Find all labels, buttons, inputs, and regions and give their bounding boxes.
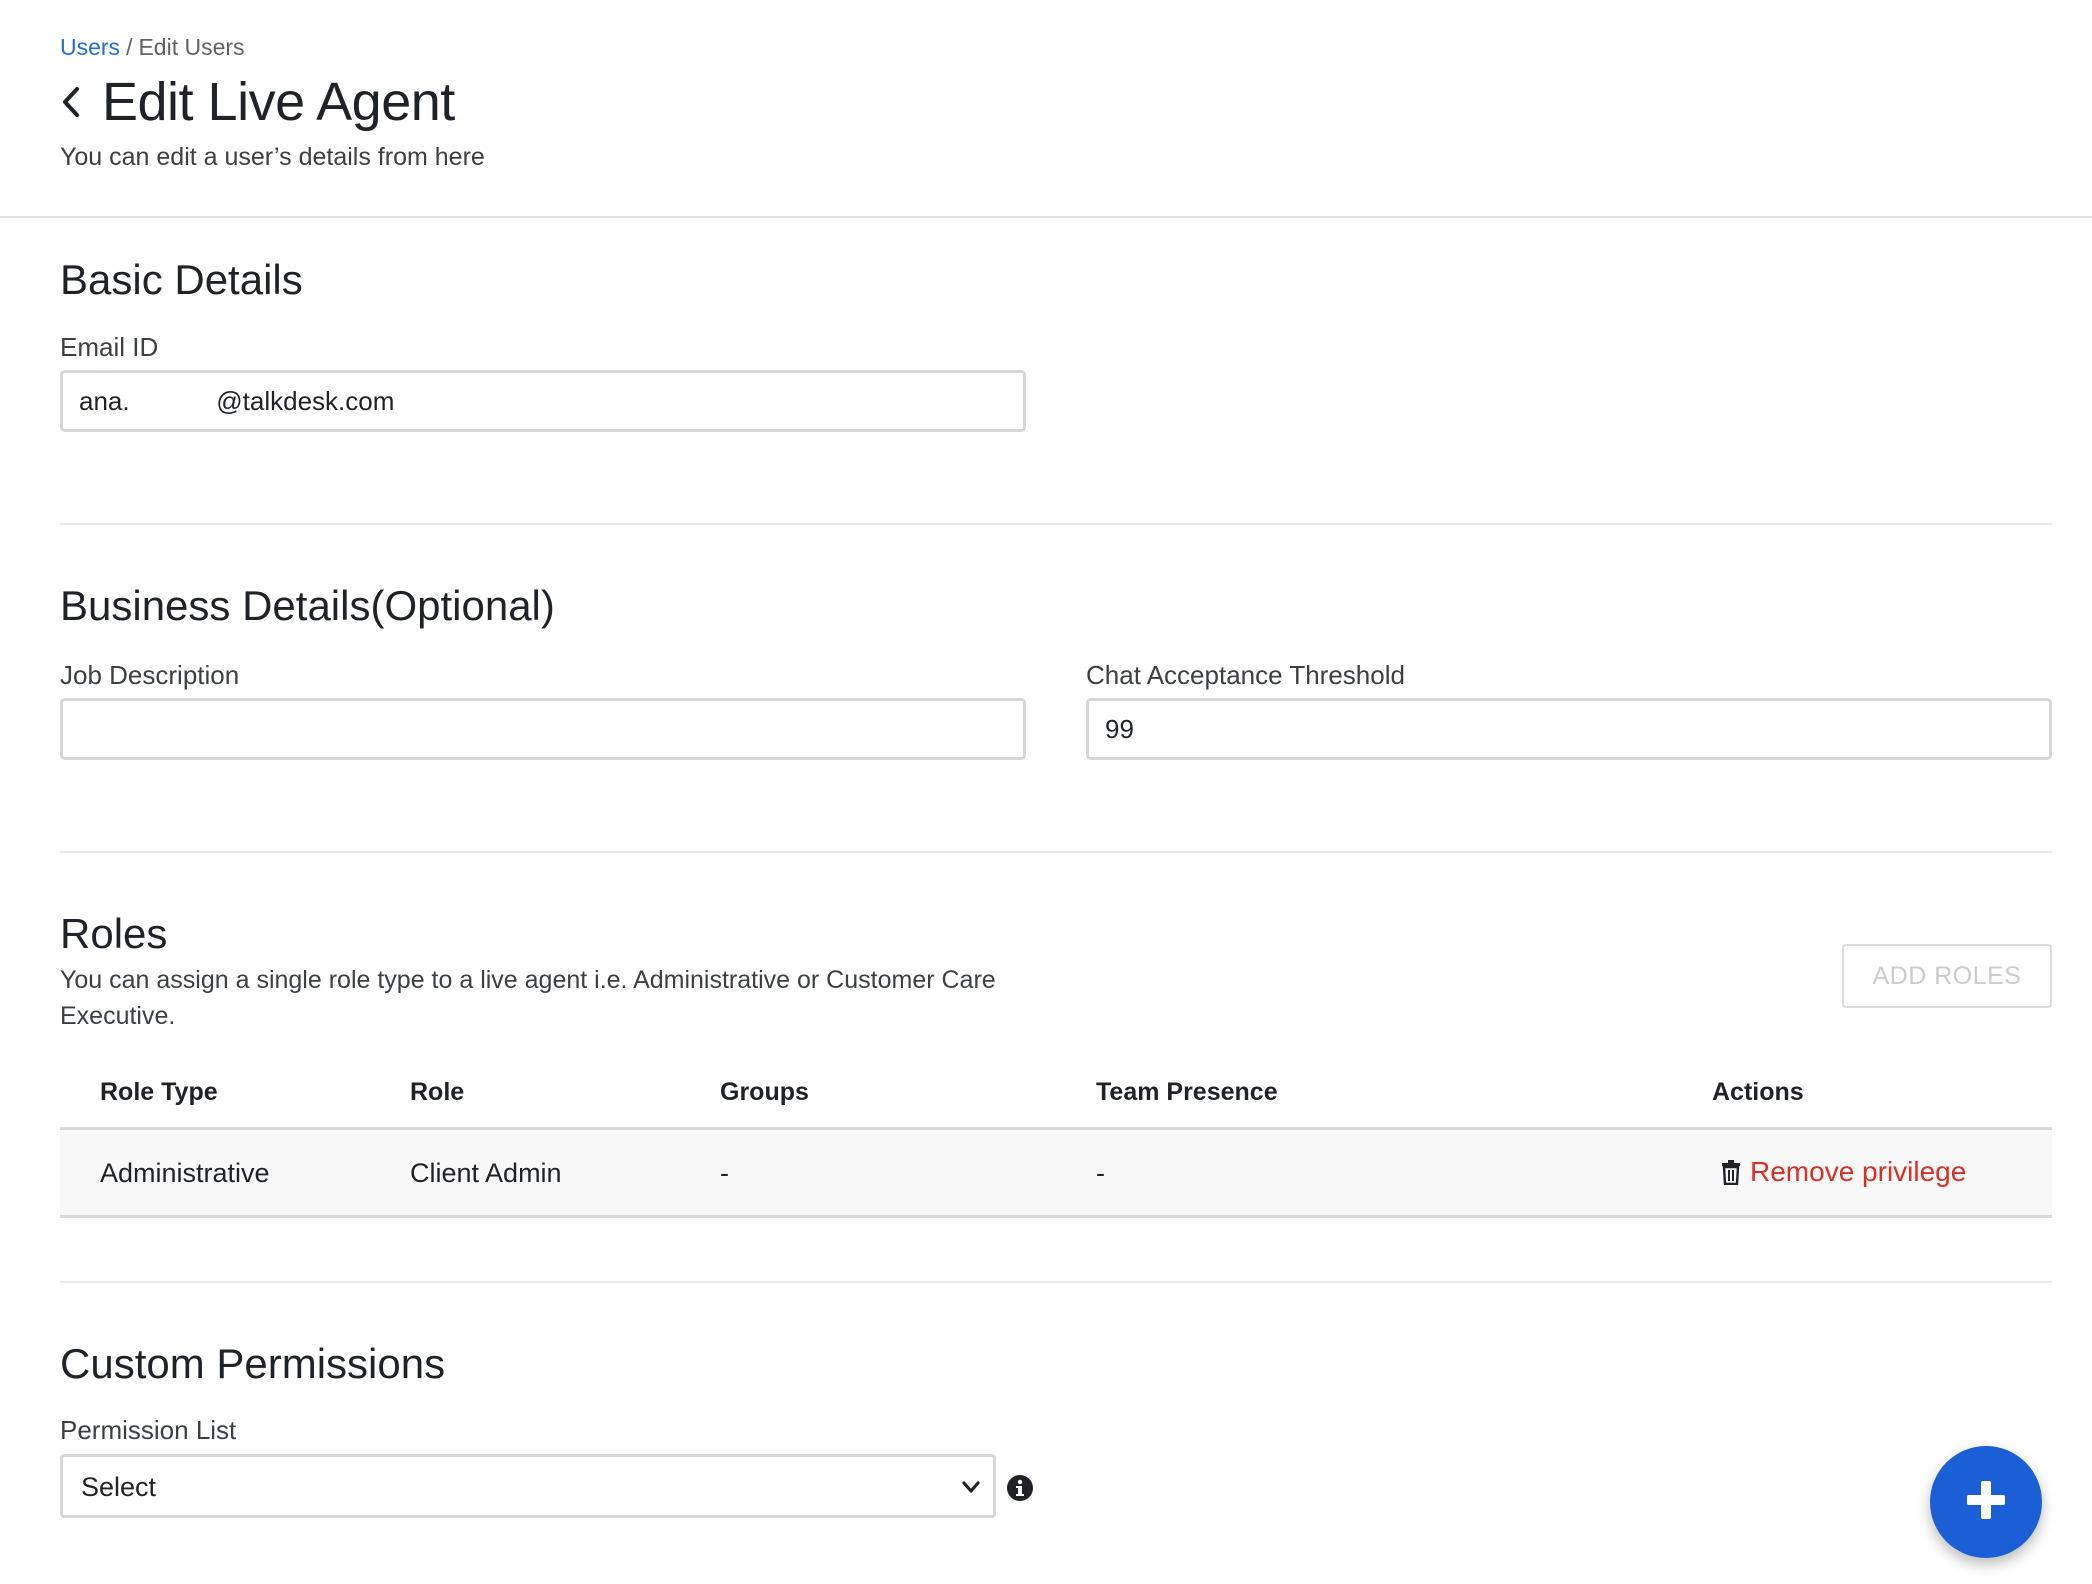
cell-team-presence: - (1096, 1158, 1105, 1188)
custom-permissions-title: Custom Permissions (60, 1340, 446, 1387)
job-description-field[interactable] (60, 698, 1026, 760)
column-header-role-type: Role Type (100, 1078, 218, 1106)
basic-details-title: Basic Details (60, 256, 303, 303)
page-subtitle: You can edit a user’s details from here (60, 143, 485, 171)
table-row: Administrative Client Admin - - Remove p… (60, 1130, 2052, 1218)
add-fab-button[interactable] (1930, 1446, 2042, 1558)
roles-description: You can assign a single role type to a l… (60, 966, 996, 1030)
breadcrumb-separator: / (126, 34, 133, 60)
column-header-groups: Groups (720, 1078, 809, 1106)
page-title: Edit Live Agent (102, 72, 455, 132)
cell-role: Client Admin (410, 1158, 562, 1188)
edit-live-agent-page: Users / Edit Users Edit Live Agent You can… (0, 0, 2092, 1584)
cell-role-type: Administrative (100, 1158, 270, 1188)
column-header-role: Role (410, 1078, 465, 1106)
section-divider (60, 1281, 2052, 1283)
title-row: Edit Live Agent (60, 70, 455, 134)
breadcrumb-current: Edit Users (138, 34, 245, 60)
roles-table: Role Type Role Groups Team Presence Acti… (60, 1056, 2052, 1218)
table-header: Role Type Role Groups Team Presence Acti… (60, 1056, 2052, 1130)
business-details-title: Business Details(Optional) (60, 582, 555, 629)
roles-title: Roles (60, 910, 168, 957)
permission-list-select[interactable]: Select (60, 1454, 996, 1518)
chevron-left-icon[interactable] (60, 82, 88, 122)
section-divider (60, 851, 2052, 853)
column-header-team-presence: Team Presence (1096, 1078, 1278, 1106)
email-field[interactable] (60, 370, 1026, 432)
remove-privilege-label: Remove privilege (1750, 1156, 1967, 1187)
remove-privilege-link[interactable]: Remove privilege (1720, 1156, 1966, 1188)
section-divider (60, 523, 2052, 525)
column-header-actions: Actions (1712, 1078, 1804, 1106)
permission-list-label: Permission List (60, 1415, 237, 1445)
page-header: Users / Edit Users Edit Live Agent You can… (0, 0, 2092, 218)
email-label: Email ID (60, 332, 159, 362)
job-description-label: Job Description (60, 660, 240, 690)
chat-threshold-label: Chat Acceptance Threshold (1086, 660, 1405, 690)
chevron-down-icon (959, 1475, 983, 1499)
add-roles-button[interactable]: ADD ROLES (1842, 944, 2052, 1008)
chat-threshold-field[interactable] (1086, 698, 2052, 760)
select-value: Select (81, 1472, 157, 1502)
info-icon[interactable] (1006, 1474, 1034, 1502)
trash-icon (1720, 1159, 1742, 1186)
plus-icon (1964, 1478, 2008, 1527)
breadcrumb: Users / Edit Users (60, 34, 245, 61)
cell-groups: - (720, 1158, 729, 1188)
breadcrumb-users-link[interactable]: Users (60, 34, 120, 60)
